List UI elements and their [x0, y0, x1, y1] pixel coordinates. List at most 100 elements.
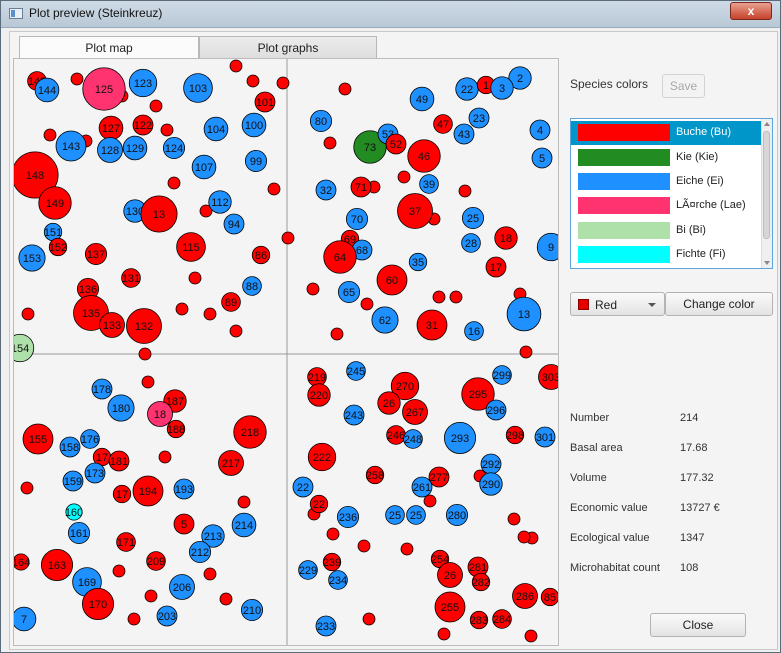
- tree-marker[interactable]: 212: [188, 540, 212, 564]
- tree-marker[interactable]: 35: [408, 252, 428, 272]
- species-color-list[interactable]: Buche (Bu) Kie (Kie) Eiche (Ei) LÃ¤rche …: [570, 118, 773, 269]
- tree-marker[interactable]: 123: [128, 68, 158, 98]
- tree-marker[interactable]: 80: [309, 109, 333, 133]
- tree-marker[interactable]: 290: [479, 472, 503, 496]
- tree-marker[interactable]: 298: [506, 425, 524, 445]
- tree-marker[interactable]: 71: [350, 176, 372, 198]
- tree-marker[interactable]: 85: [540, 587, 558, 607]
- tree-marker[interactable]: 89: [221, 292, 241, 312]
- tree-marker[interactable]: 255: [434, 591, 466, 623]
- species-list-scrollbar[interactable]: [761, 119, 772, 268]
- tree-marker[interactable]: 103: [183, 73, 213, 103]
- tree-marker[interactable]: 99: [244, 149, 268, 173]
- tree-marker[interactable]: 188: [167, 419, 185, 439]
- tree-marker[interactable]: 261: [411, 476, 433, 498]
- tree-marker[interactable]: 280: [445, 503, 469, 527]
- tree-marker[interactable]: 236: [336, 505, 360, 529]
- tree-marker[interactable]: 17: [112, 484, 132, 504]
- tree-marker[interactable]: 277: [428, 466, 450, 488]
- tree-marker[interactable]: 178: [91, 378, 113, 400]
- tree-marker[interactable]: 193: [173, 478, 195, 500]
- tree-marker[interactable]: 143: [55, 130, 87, 162]
- tree-marker[interactable]: 22: [455, 77, 479, 101]
- scroll-down-icon[interactable]: [764, 261, 770, 265]
- tree-marker[interactable]: 18: [494, 226, 518, 250]
- tree-marker[interactable]: 149: [38, 186, 72, 220]
- species-item-bi[interactable]: Bi (Bi): [571, 219, 762, 243]
- tree-marker[interactable]: 173: [84, 462, 106, 484]
- species-item-kie[interactable]: Kie (Kie): [571, 146, 762, 170]
- tree-marker[interactable]: 125: [82, 67, 126, 111]
- tree-marker[interactable]: 159: [62, 470, 84, 492]
- tree-marker[interactable]: 5: [173, 513, 195, 535]
- tree-marker[interactable]: 49: [409, 86, 435, 112]
- close-button[interactable]: Close: [650, 613, 746, 637]
- tree-marker[interactable]: 171: [116, 532, 136, 552]
- tree-marker[interactable]: 64: [323, 240, 357, 274]
- tree-marker[interactable]: 217: [218, 450, 244, 476]
- tree-marker[interactable]: 101: [254, 91, 276, 113]
- tree-marker[interactable]: 112: [208, 190, 232, 214]
- tree-marker[interactable]: 127: [98, 115, 124, 141]
- tree-marker[interactable]: 206: [169, 574, 195, 600]
- species-item-laerche[interactable]: LÃ¤rche (Lae): [571, 194, 762, 218]
- tree-marker[interactable]: 86: [251, 245, 271, 265]
- change-color-button[interactable]: Change color: [665, 292, 773, 316]
- tree-marker[interactable]: 246: [386, 425, 406, 445]
- tree-marker[interactable]: 214: [231, 512, 257, 538]
- species-item-buche[interactable]: Buche (Bu): [571, 121, 762, 145]
- tree-marker[interactable]: 282: [472, 572, 490, 592]
- tree-marker[interactable]: 209: [146, 551, 166, 571]
- tree-marker[interactable]: 46: [407, 139, 441, 173]
- tree-marker[interactable]: 137: [84, 242, 108, 266]
- tree-marker[interactable]: 222: [307, 442, 337, 472]
- tree-marker[interactable]: 17: [485, 256, 507, 278]
- tree-marker[interactable]: 16: [464, 321, 484, 341]
- tree-marker[interactable]: 220: [307, 383, 331, 407]
- tree-marker[interactable]: 5: [531, 147, 553, 169]
- tree-marker[interactable]: 229: [298, 560, 318, 580]
- tree-marker[interactable]: 65: [337, 280, 361, 304]
- tree-marker[interactable]: 158: [59, 436, 81, 458]
- tree-marker[interactable]: 128: [97, 137, 123, 163]
- species-item-fichte[interactable]: Fichte (Fi): [571, 243, 762, 267]
- tree-marker[interactable]: 25: [461, 206, 485, 230]
- tree-marker[interactable]: 70: [345, 207, 369, 231]
- tree-marker[interactable]: 18: [147, 401, 173, 427]
- tree-marker[interactable]: 258: [366, 465, 384, 485]
- tree-marker[interactable]: 9: [536, 232, 558, 262]
- tree-marker[interactable]: 129: [122, 135, 148, 161]
- tree-marker[interactable]: 210: [240, 598, 264, 622]
- tree-marker[interactable]: 292: [480, 453, 502, 475]
- tree-marker[interactable]: 284: [492, 609, 512, 629]
- tree-marker[interactable]: 267: [402, 399, 428, 425]
- tree-marker[interactable]: 303: [538, 364, 559, 390]
- save-button[interactable]: Save: [662, 74, 705, 98]
- tree-marker[interactable]: 234: [328, 570, 348, 590]
- tree-marker[interactable]: 26: [437, 562, 463, 588]
- tree-marker[interactable]: 144: [34, 77, 60, 103]
- tree-marker[interactable]: 283: [470, 610, 488, 630]
- tree-marker[interactable]: 47: [433, 114, 453, 134]
- title-bar[interactable]: Plot preview (Steinkreuz) x: [1, 1, 780, 28]
- tree-marker[interactable]: 301: [534, 426, 556, 448]
- tree-marker[interactable]: 43: [453, 123, 475, 145]
- tree-marker[interactable]: 170: [81, 587, 115, 621]
- tree-marker[interactable]: 239: [323, 552, 341, 572]
- tree-marker[interactable]: 180: [107, 394, 135, 422]
- tree-marker[interactable]: 37: [397, 193, 433, 229]
- window-close-button[interactable]: x: [730, 2, 772, 20]
- tree-marker[interactable]: 296: [485, 399, 507, 421]
- tree-marker[interactable]: 23: [468, 107, 490, 129]
- tree-marker[interactable]: 122: [132, 114, 154, 136]
- tree-marker[interactable]: 13: [140, 195, 178, 233]
- tree-marker[interactable]: 154: [14, 333, 35, 363]
- tree-marker[interactable]: 218: [233, 415, 267, 449]
- tree-marker[interactable]: 245: [346, 361, 366, 381]
- tree-marker[interactable]: 104: [203, 116, 229, 142]
- tree-marker[interactable]: 32: [315, 179, 337, 201]
- tree-marker[interactable]: 132: [126, 308, 162, 344]
- tree-marker[interactable]: 124: [162, 136, 186, 160]
- tree-marker[interactable]: 133: [99, 312, 125, 338]
- tree-marker[interactable]: 160: [65, 503, 83, 521]
